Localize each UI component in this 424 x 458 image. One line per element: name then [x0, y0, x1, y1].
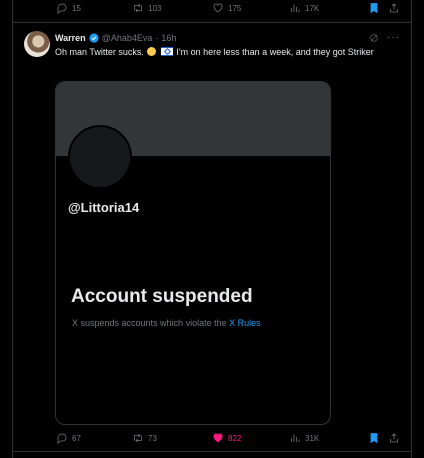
like-button[interactable]: 822: [212, 432, 241, 444]
tweet-header: Warren @Ahab4Eva · 16h: [55, 33, 176, 43]
verified-icon: [89, 33, 99, 43]
views-count: 31K: [305, 433, 320, 443]
reply-count: 15: [72, 3, 81, 13]
grimace-emoji-icon: [147, 47, 157, 56]
tweet-top-icons: ···: [369, 33, 400, 43]
tweet-media-image[interactable]: @Littoria14 Account suspended X suspends…: [55, 81, 331, 425]
retweet-count: 73: [148, 433, 157, 443]
views-count: 17K: [305, 3, 320, 13]
author-name[interactable]: Warren: [55, 33, 86, 43]
like-icon: [213, 3, 223, 13]
share-button[interactable]: [388, 432, 400, 444]
reply-button[interactable]: 15: [56, 2, 81, 14]
suspended-username: @Littoria14: [68, 200, 140, 215]
like-count: 822: [228, 433, 242, 443]
reply-button[interactable]: 67: [56, 432, 81, 444]
retweet-icon: [134, 3, 142, 13]
more-icon[interactable]: ···: [387, 33, 400, 43]
suspended-profile-avatar: [68, 125, 132, 189]
tweet-text-end: I'm on here less than a week, and they g…: [176, 47, 374, 57]
bookmark-icon: [370, 3, 378, 14]
views-icon: [291, 434, 300, 442]
share-icon: [390, 433, 398, 443]
separator-dot: ·: [155, 33, 159, 43]
share-button[interactable]: [388, 2, 400, 14]
like-count: 175: [228, 3, 242, 13]
account-suspended-title: Account suspended: [71, 286, 253, 307]
israel-flag-emoji-icon: [160, 47, 173, 56]
tweet-divider: [13, 22, 411, 23]
tweet-action-bar: 67 73 822 31K: [56, 430, 402, 446]
bookmark-button[interactable]: [368, 432, 380, 444]
avatar[interactable]: [24, 31, 50, 57]
account-suspended-subtitle: X suspends accounts which violate the X …: [72, 318, 261, 328]
share-icon: [390, 3, 398, 13]
retweet-button[interactable]: 73: [132, 432, 157, 444]
grok-icon[interactable]: [369, 33, 379, 43]
reply-count: 67: [72, 433, 81, 443]
tweet-text-start: Oh man Twitter sucks.: [55, 47, 144, 57]
previous-tweet-action-bar: 15 103 175 17K: [56, 0, 402, 16]
reply-icon: [57, 433, 67, 444]
like-icon: [213, 433, 223, 443]
tweet-time[interactable]: 16h: [161, 33, 176, 43]
tweet-text: Oh man Twitter sucks. I'm on here less t…: [55, 46, 395, 58]
retweet-count: 103: [148, 3, 162, 13]
reply-icon: [57, 3, 67, 14]
views-icon: [291, 4, 300, 12]
like-button[interactable]: 175: [212, 2, 241, 14]
retweet-button[interactable]: 103: [132, 2, 161, 14]
bookmark-button[interactable]: [368, 2, 380, 14]
views-button[interactable]: 31K: [289, 432, 319, 444]
suspended-subtitle-text: X suspends accounts which violate the: [72, 318, 227, 328]
views-button[interactable]: 17K: [289, 2, 319, 14]
author-handle[interactable]: @Ahab4Eva: [102, 33, 153, 43]
x-rules-link: X Rules: [229, 318, 261, 328]
tweet-divider: [13, 451, 411, 452]
retweet-icon: [134, 433, 142, 443]
bookmark-icon: [370, 433, 378, 444]
